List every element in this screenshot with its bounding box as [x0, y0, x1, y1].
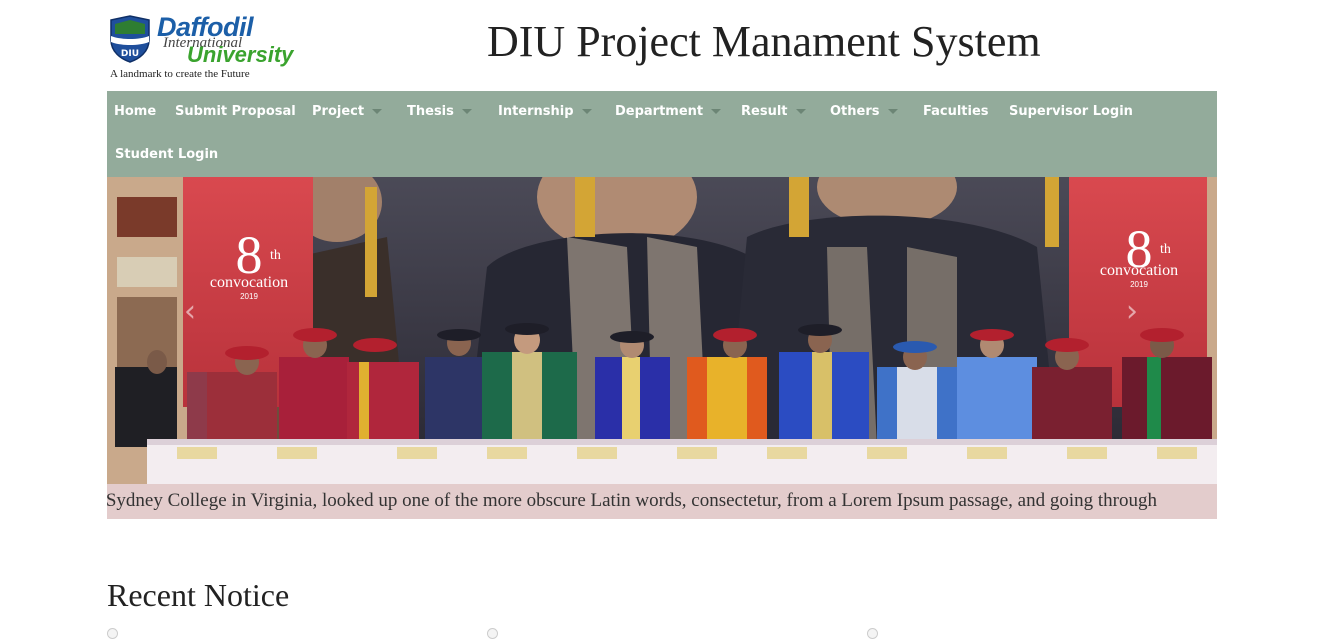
nav-item-submit-proposal[interactable]: Submit Proposal — [175, 92, 296, 132]
nav-item-student-login[interactable]: Student Login — [115, 135, 218, 175]
chevron-right-icon: › — [1126, 294, 1138, 329]
caret-down-icon — [795, 109, 806, 114]
banner-left-label: convocation — [210, 274, 288, 291]
banner-right-suffix: th — [1160, 242, 1171, 257]
nav-item-department[interactable]: Department — [615, 92, 722, 132]
convocation-photo: 8 th convocation 2019 8 th convocation 2… — [107, 177, 1217, 484]
nav-label: Others — [830, 104, 880, 119]
nav-item-supervisor-login[interactable]: Supervisor Login — [1009, 92, 1133, 132]
nav-item-faculties[interactable]: Faculties — [923, 92, 989, 132]
nav-item-result[interactable]: Result — [741, 92, 806, 132]
banner-right-year: 2019 — [1130, 280, 1148, 289]
nav-label: Submit Proposal — [175, 104, 296, 119]
university-logo[interactable]: DIU Daffodil International University A … — [107, 10, 297, 85]
banner-left-suffix: th — [270, 248, 281, 263]
nav-item-internship[interactable]: Internship — [498, 92, 592, 132]
main-navbar: Home Submit Proposal Project Thesis Inte… — [107, 91, 1217, 177]
caret-down-icon — [711, 109, 722, 114]
chevron-left-icon: ‹ — [184, 294, 196, 329]
carousel-next-button[interactable]: › — [1117, 292, 1147, 332]
carousel-prev-button[interactable]: ‹ — [175, 292, 205, 332]
nav-item-home[interactable]: Home — [114, 92, 156, 132]
caret-down-icon — [887, 109, 898, 114]
nav-label: Supervisor Login — [1009, 104, 1133, 119]
caret-down-icon — [581, 109, 592, 114]
caret-down-icon — [461, 109, 472, 114]
nav-label: Project — [312, 104, 365, 119]
shield-logo-icon: DIU — [110, 15, 150, 63]
shield-text: DIU — [121, 49, 139, 59]
nav-item-thesis[interactable]: Thesis — [407, 92, 472, 132]
logo-name-university: University — [187, 42, 294, 67]
recent-notice-heading: Recent Notice — [107, 577, 290, 613]
site-header: DIU Daffodil International University A … — [0, 0, 1318, 91]
nav-label: Home — [114, 104, 157, 119]
nav-label: Student Login — [115, 147, 219, 162]
nav-item-others[interactable]: Others — [830, 92, 898, 132]
nav-label: Internship — [498, 104, 574, 119]
caret-down-icon — [372, 109, 383, 114]
nav-label: Thesis — [407, 104, 454, 119]
nav-label: Result — [741, 104, 788, 119]
logo-tagline: A landmark to create the Future — [110, 68, 250, 80]
banner-right-label: convocation — [1100, 262, 1178, 279]
nav-label: Department — [615, 104, 704, 119]
marquee-text: n-Sydney College in Virginia, looked up … — [107, 490, 1157, 511]
site-title: DIU Project Manament System — [487, 17, 1041, 66]
nav-label: Faculties — [923, 104, 989, 119]
image-carousel[interactable]: 8 th convocation 2019 8 th convocation 2… — [107, 177, 1217, 484]
news-marquee: n-Sydney College in Virginia, looked up … — [107, 484, 1217, 519]
nav-item-project[interactable]: Project — [312, 92, 383, 132]
banner-left-year: 2019 — [240, 292, 258, 301]
